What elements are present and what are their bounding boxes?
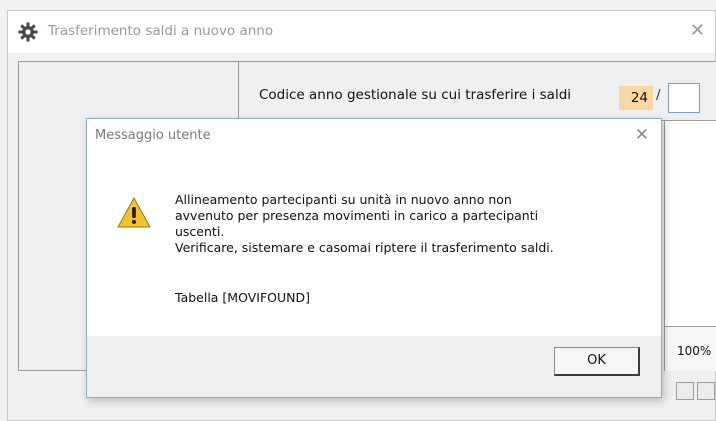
message-line: uscenti. bbox=[175, 224, 225, 239]
window-close-button[interactable]: ✕ bbox=[690, 20, 705, 41]
year-panel: Codice anno gestionale su cui trasferire… bbox=[239, 61, 716, 121]
help-button[interactable] bbox=[676, 382, 694, 400]
message-line: avvenuto per presenza movimenti in caric… bbox=[175, 208, 539, 223]
message-line: Allineamento partecipanti su unità in nu… bbox=[175, 192, 512, 207]
ok-button[interactable]: OK bbox=[554, 347, 640, 376]
dialog-message: Allineamento partecipanti su unità in nu… bbox=[175, 192, 645, 256]
warning-icon bbox=[117, 196, 151, 228]
window-titlebar: Trasferimento saldi a nuovo anno ✕ bbox=[8, 11, 715, 53]
close-window-button[interactable] bbox=[697, 382, 715, 400]
dialog-close-button[interactable]: ✕ bbox=[635, 125, 649, 145]
year-separator: / bbox=[656, 87, 661, 103]
dialog-title: Messaggio utente bbox=[95, 128, 211, 143]
message-dialog: Messaggio utente ✕ Allineamento partecip… bbox=[86, 118, 662, 398]
screen: Trasferimento saldi a nuovo anno ✕ Codic… bbox=[0, 0, 716, 421]
zoom-level: 100% bbox=[677, 344, 712, 358]
year-suffix-input[interactable] bbox=[668, 83, 700, 113]
message-line: Verificare, sistemare e casomai riptere … bbox=[175, 240, 554, 255]
window-title: Trasferimento saldi a nuovo anno bbox=[48, 23, 274, 39]
year-code-input[interactable]: 24 bbox=[619, 86, 653, 110]
table-reference: Tabella [MOVIFOUND] bbox=[175, 290, 310, 305]
gear-icon bbox=[18, 22, 38, 42]
year-code-label: Codice anno gestionale su cui trasferire… bbox=[259, 87, 572, 103]
